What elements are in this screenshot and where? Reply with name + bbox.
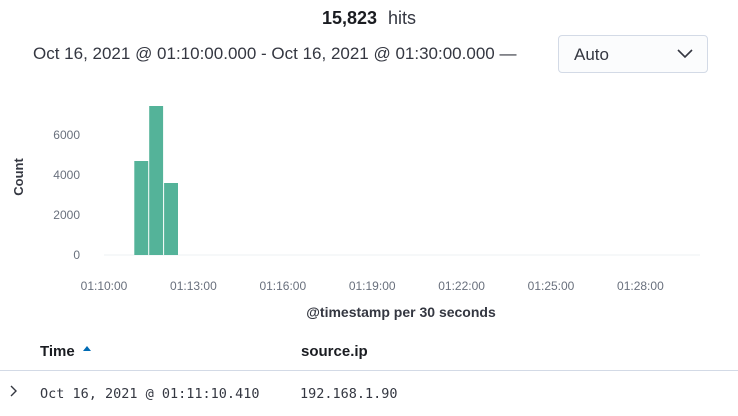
table-row: Oct 16, 2021 @ 01:11:10.410 192.168.1.90 [0, 372, 738, 416]
x-tick-label: 01:16:00 [259, 279, 306, 293]
interval-select-value: Auto [574, 45, 609, 64]
interval-select[interactable]: Auto [558, 35, 708, 73]
histogram-chart: 0200040006000 01:10:00 01:13:00 01:16:00 01… [11, 106, 700, 320]
x-axis-label: @timestamp per 30 seconds [306, 304, 496, 320]
x-tick-label: 01:10:00 [81, 279, 128, 293]
x-tick-label: 01:25:00 [528, 279, 575, 293]
time-range-text: Oct 16, 2021 @ 01:10:00.000 - Oct 16, 20… [33, 44, 517, 63]
y-tick-label: 2000 [53, 208, 80, 222]
histogram-bar[interactable] [134, 161, 149, 255]
x-tick-label: 01:28:00 [617, 279, 664, 293]
y-axis-ticks: 0 2000 4000 6000 [53, 128, 80, 262]
chart-bars [134, 106, 178, 255]
hits-count: 15,823 [321, 8, 378, 28]
column-header-source-ip[interactable]: source.ip [301, 343, 368, 360]
histogram-bar[interactable] [164, 183, 178, 255]
cell-time: Oct 16, 2021 @ 01:11:10.410 [40, 386, 260, 402]
hits-label: hits [388, 8, 417, 28]
y-axis-label: Count [11, 158, 26, 196]
x-axis-ticks: 01:10:00 01:13:00 01:16:00 01:19:00 01:22:00… [81, 279, 664, 293]
y-tick-label: 6000 [53, 128, 80, 142]
histogram-bar[interactable] [149, 106, 164, 255]
chevron-right-icon[interactable] [9, 384, 19, 398]
hits-summary: 15,823 hits [0, 8, 738, 29]
y-tick-label: 0 [73, 248, 80, 262]
x-tick-label: 01:13:00 [170, 279, 217, 293]
chevron-down-icon [677, 49, 693, 59]
sort-ascending-icon[interactable] [82, 344, 92, 354]
table-header: Time source.ip [0, 336, 738, 371]
y-tick-label: 4000 [53, 168, 80, 182]
cell-source-ip: 192.168.1.90 [300, 386, 398, 402]
x-tick-label: 01:19:00 [349, 279, 396, 293]
column-header-time[interactable]: Time [40, 343, 75, 360]
x-tick-label: 01:22:00 [438, 279, 485, 293]
